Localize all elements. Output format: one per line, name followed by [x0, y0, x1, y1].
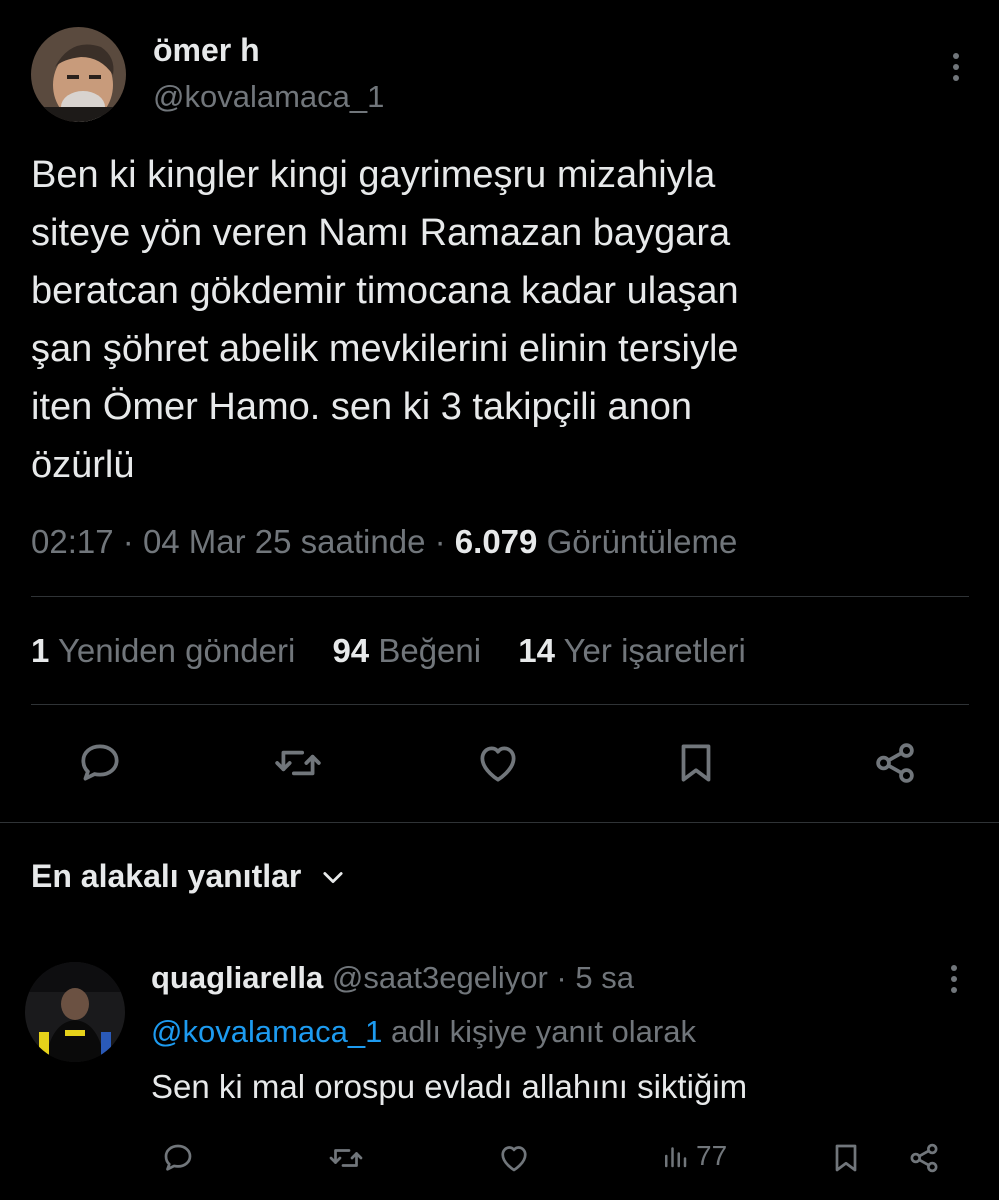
reply-context: @kovalamaca_1 adlı kişiye yanıt olarak [151, 1014, 696, 1050]
reply-text: Sen ki mal orospu evladı allahını siktiğ… [151, 1068, 748, 1105]
author-avatar[interactable] [31, 27, 126, 122]
tweet-detail-page: ömer h @kovalamaca_1 Ben ki kingler king… [0, 0, 999, 1200]
likes-label: Beğeni [378, 632, 482, 669]
share-icon[interactable] [870, 738, 920, 788]
likes-count: 94 [332, 632, 370, 669]
reposts-count: 1 [31, 632, 50, 669]
views-label: Görüntüleme [546, 523, 738, 560]
share-icon[interactable] [906, 1140, 942, 1176]
tweet-header: ömer h @kovalamaca_1 [31, 24, 971, 129]
reply-to-suffix: adlı kişiye yanıt olarak [391, 1014, 696, 1049]
reply-author-name[interactable]: quagliarella [151, 960, 323, 995]
views-button[interactable]: 77 [660, 1140, 727, 1172]
meta-separator: · [434, 523, 446, 560]
replies-sort-dropdown[interactable]: En alakalı yanıtlar [31, 858, 347, 895]
reply-item[interactable]: quagliarella @saat3egeliyor · 5 sa @kova… [0, 950, 999, 1200]
reply-icon[interactable] [160, 1140, 196, 1176]
author-name[interactable]: ömer h [153, 32, 260, 69]
author-handle[interactable]: @kovalamaca_1 [153, 79, 384, 115]
replies-sort-label: En alakalı yanıtlar [31, 858, 302, 894]
repost-icon[interactable] [273, 738, 323, 788]
tweet-meta: 02:17 · 04 Mar 25 saatinde · 6.079 Görün… [31, 523, 971, 561]
reply-to-mention[interactable]: @kovalamaca_1 [151, 1014, 382, 1049]
repost-icon[interactable] [328, 1140, 364, 1176]
bookmarks-label: Yer işaretleri [563, 632, 746, 669]
reply-author-handle[interactable]: @saat3egeliyor [332, 960, 548, 995]
meta-separator: · [122, 523, 134, 560]
tweet-stats: 1 Yeniden gönderi 94 Beğeni 14 Yer işare… [31, 632, 971, 670]
bookmarks-stat[interactable]: 14 Yer işaretleri [518, 632, 746, 669]
reply-action-bar: 77 [160, 1140, 960, 1180]
reposts-label: Yeniden gönderi [57, 632, 296, 669]
reply-time[interactable]: 5 sa [575, 960, 634, 995]
like-icon[interactable] [496, 1140, 532, 1176]
divider [31, 596, 969, 597]
more-options-icon[interactable] [941, 52, 971, 82]
reply-views-count: 77 [696, 1140, 728, 1171]
tweet-text: Ben ki kingler kingi gayrimeşru mizahiyl… [31, 154, 739, 486]
tweet-action-bar [55, 738, 945, 794]
reply-header: quagliarella @saat3egeliyor · 5 sa [151, 960, 634, 996]
reposts-stat[interactable]: 1 Yeniden gönderi [31, 632, 295, 669]
chevron-down-icon [323, 871, 343, 883]
likes-stat[interactable]: 94 Beğeni [332, 632, 481, 669]
views-count: 6.079 [454, 523, 538, 560]
divider [31, 704, 969, 705]
bookmarks-count: 14 [518, 632, 555, 669]
bookmark-icon[interactable] [828, 1140, 864, 1176]
reply-separator: · [556, 960, 567, 995]
views-icon [665, 1147, 687, 1168]
reply-icon[interactable] [75, 738, 125, 788]
bookmark-icon[interactable] [671, 738, 721, 788]
divider [0, 822, 999, 823]
tweet-date[interactable]: 04 Mar 25 saatinde [143, 523, 426, 560]
like-icon[interactable] [473, 738, 523, 788]
tweet-time[interactable]: 02:17 [31, 523, 114, 560]
reply-avatar[interactable] [25, 962, 125, 1062]
more-options-icon[interactable] [939, 964, 969, 994]
